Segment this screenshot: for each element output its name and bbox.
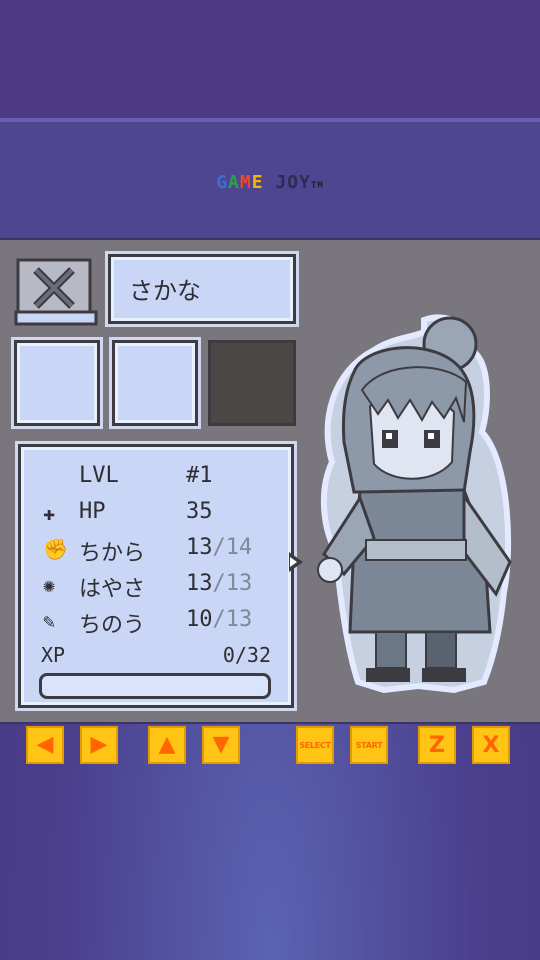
stat-row-intelligence: ✎ ちのう 10/13	[21, 607, 291, 638]
speed-value: 13/13	[186, 571, 252, 596]
swirl-icon: ✺	[43, 573, 56, 597]
lvl-label: LVL	[79, 463, 119, 488]
stat-row-strength: ✊ ちから 13/14	[21, 535, 291, 566]
strength-value: 13/14	[186, 535, 252, 560]
strength-max: /14	[212, 535, 253, 560]
select-button[interactable]: SELECT	[296, 726, 334, 764]
xp-progress-bar	[39, 673, 271, 699]
x-label: X	[482, 732, 500, 758]
x-button[interactable]: X	[472, 726, 510, 764]
brand-letter: J	[275, 172, 288, 193]
strength-current: 13	[186, 535, 213, 560]
lvl-value: #1	[186, 463, 213, 488]
trademark-mark: TM	[310, 181, 324, 191]
intelligence-value: 10/13	[186, 607, 252, 632]
z-label: Z	[429, 732, 445, 758]
brand-letter: Y	[299, 172, 311, 193]
speed-max: /13	[212, 571, 253, 596]
intelligence-current: 10	[186, 607, 213, 632]
heart-plus-icon: ✚	[43, 501, 56, 525]
select-label: SELECT	[299, 740, 331, 750]
right-arrow-icon: ▶	[90, 732, 108, 757]
brand-letter: M	[239, 172, 252, 193]
stats-panel: LVL #1 ✚ HP 35 ✊ ちから 13/14 ✺ はやさ 13/13 ✎…	[18, 444, 294, 708]
close-icon[interactable]	[14, 256, 98, 328]
brand-letter	[264, 172, 276, 193]
down-button[interactable]: ▼	[202, 726, 240, 764]
item-slot-1[interactable]	[14, 340, 100, 426]
character-name: さかな	[129, 277, 201, 305]
item-slot-3[interactable]	[208, 340, 296, 426]
speed-current: 13	[186, 571, 213, 596]
left-arrow-icon: ◀	[36, 732, 54, 757]
left-button[interactable]: ◀	[26, 726, 64, 764]
hp-label: HP	[79, 499, 106, 524]
control-bar: ◀ ▶ ▲ ▼ SELECT START Z X	[0, 722, 540, 770]
gamejoy-logo: GAME JOYTM	[0, 172, 540, 193]
xp-label: XP	[41, 643, 66, 667]
top-band	[0, 0, 540, 118]
item-slot-2[interactable]	[112, 340, 198, 426]
muscle-icon: ✊	[43, 537, 68, 561]
up-button[interactable]: ▲	[148, 726, 186, 764]
up-arrow-icon: ▲	[158, 732, 176, 757]
brand-letter: G	[216, 172, 229, 193]
game-screen: さかな LVL #1 ✚ HP 35 ✊ ちから 13/14 ✺ はやさ 13/…	[0, 238, 540, 724]
right-button[interactable]: ▶	[80, 726, 118, 764]
xp-value: 0/32	[222, 643, 271, 667]
start-label: START	[355, 740, 383, 750]
triangle-pointer-highlight	[290, 557, 297, 567]
brand-letter: O	[287, 172, 300, 193]
name-box: さかな	[108, 254, 296, 324]
hp-value: 35	[186, 499, 213, 524]
stat-row-hp: ✚ HP 35	[21, 499, 291, 529]
start-button[interactable]: START	[350, 726, 388, 764]
brand-letter: E	[251, 172, 264, 193]
strength-label: ちから	[79, 541, 146, 566]
character-sprite	[314, 302, 524, 712]
stat-row-lvl: LVL #1	[21, 463, 291, 493]
intelligence-label: ちのう	[79, 613, 146, 638]
z-button[interactable]: Z	[418, 726, 456, 764]
stat-row-speed: ✺ はやさ 13/13	[21, 571, 291, 602]
wand-icon: ✎	[43, 609, 56, 633]
brand-letter: A	[228, 172, 240, 193]
intelligence-max: /13	[212, 607, 253, 632]
speed-label: はやさ	[79, 577, 146, 602]
down-arrow-icon: ▼	[212, 732, 230, 757]
